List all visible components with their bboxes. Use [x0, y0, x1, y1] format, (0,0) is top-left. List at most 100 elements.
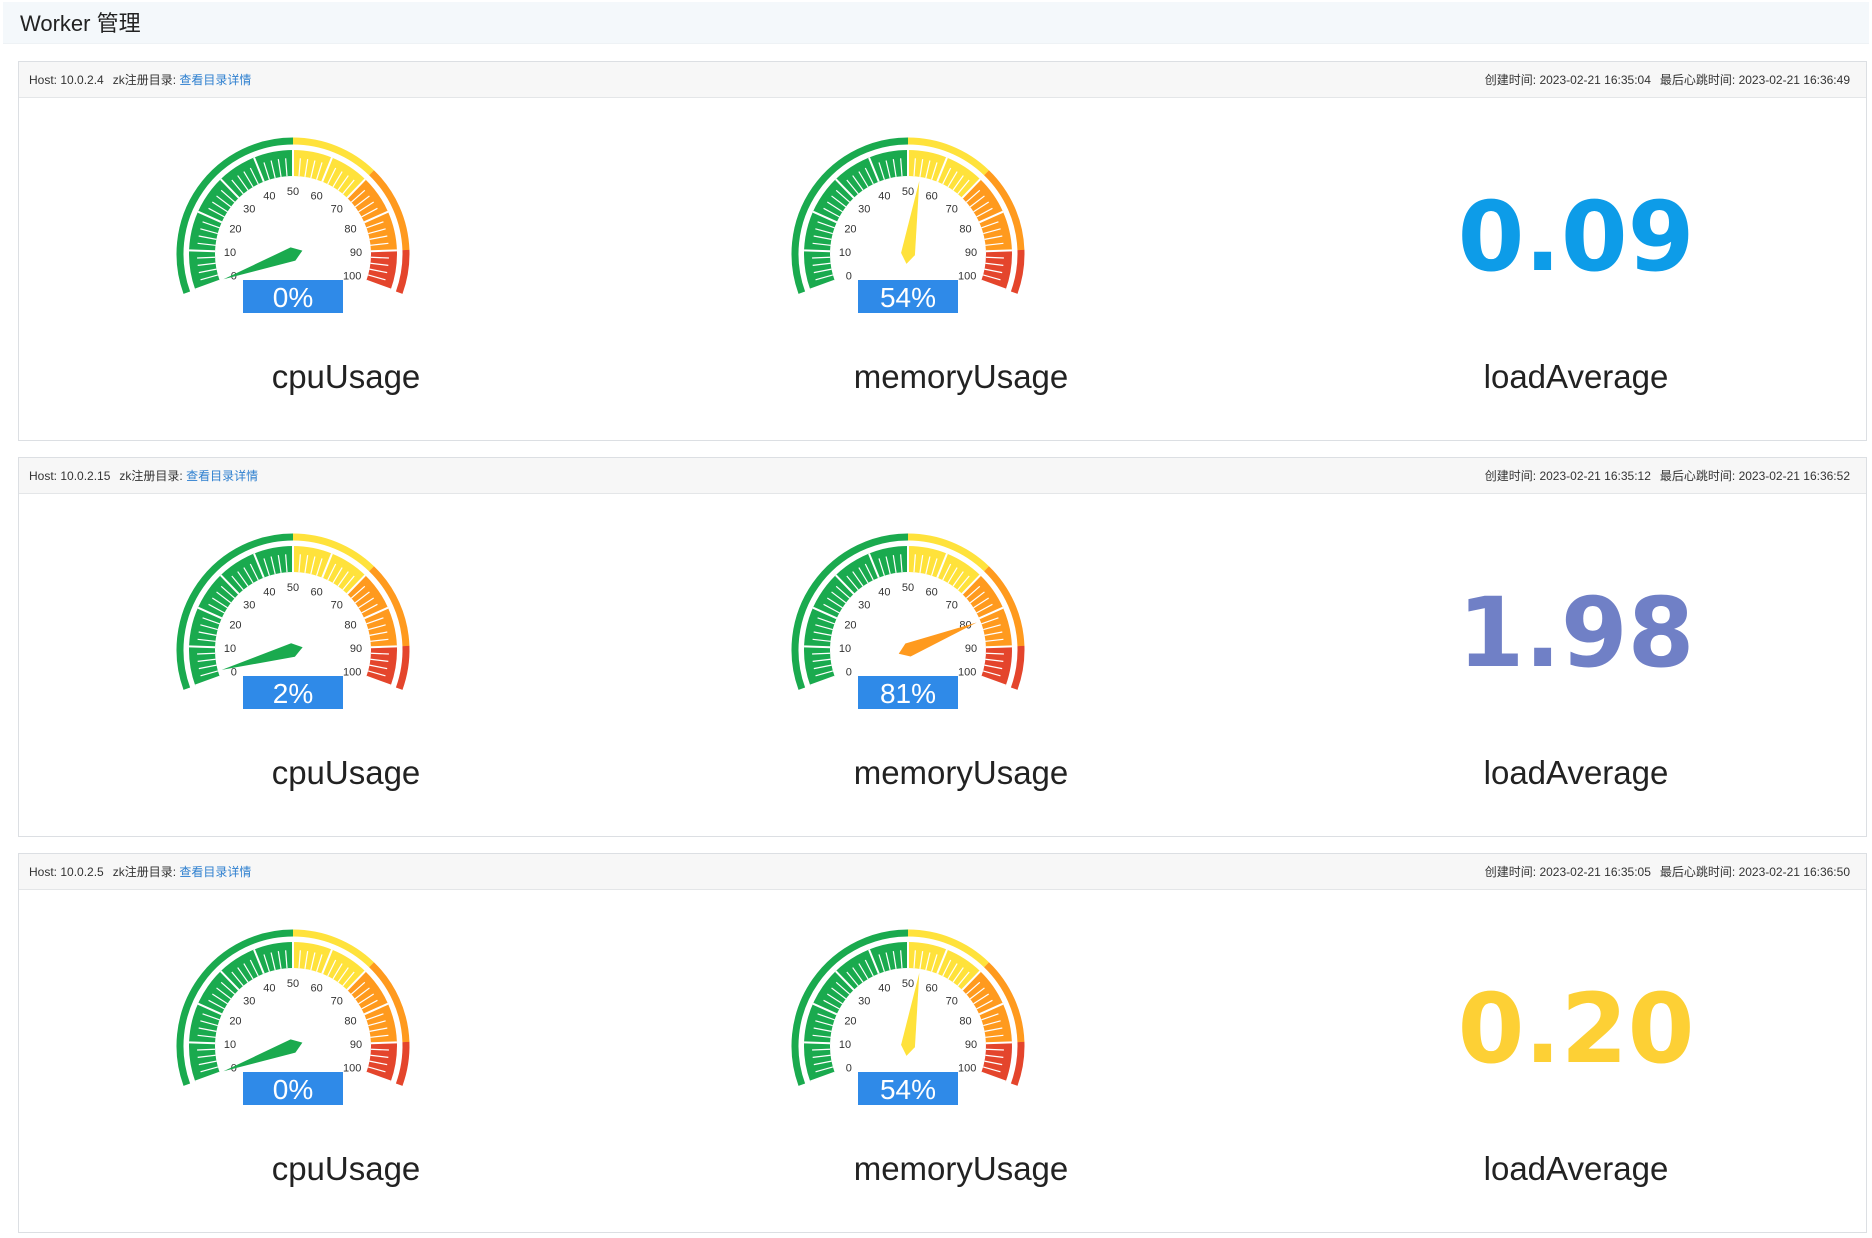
heartbeat-time: 2023-02-21 16:36:52 — [1738, 469, 1850, 483]
zk-label: zk注册目录: — [112, 73, 180, 87]
load-average-label: loadAverage — [1483, 358, 1669, 395]
gauge-band — [804, 942, 909, 1082]
gauge-outer-band — [395, 1041, 410, 1086]
gauge-tick — [370, 645, 397, 649]
memory-usage-label: memoryUsage — [853, 1150, 1069, 1187]
gauge-value-text: 54% — [880, 282, 936, 313]
gauge-tick-label: 100 — [343, 1063, 361, 1075]
gauge-outer-band — [1010, 1041, 1025, 1086]
gauge-tick-label: 30 — [243, 204, 255, 216]
gauge-band — [804, 546, 909, 686]
gauge-tick — [804, 1041, 831, 1045]
gauge-tick-label: 50 — [902, 582, 914, 594]
gauge-tick-label: 40 — [878, 983, 890, 995]
gauge-tick-label: 90 — [965, 1039, 977, 1051]
gauge-band — [366, 1042, 397, 1082]
gauge-tick-label: 10 — [224, 1039, 236, 1051]
gauge-tick-label: 90 — [965, 247, 977, 259]
cpu-usage-gauge: 01020304050607080901000% — [176, 137, 410, 313]
gauge-tick-label: 50 — [902, 186, 914, 198]
gauge-tick-label: 80 — [344, 1015, 356, 1027]
heartbeat-label: 最后心跳时间: — [1659, 469, 1739, 483]
gauge-outer-band — [1010, 645, 1025, 690]
gauge-tick-label: 20 — [844, 619, 856, 631]
gauge-value-text: 0% — [273, 282, 313, 313]
gauge-value-text: 0% — [273, 1074, 313, 1105]
heartbeat-time: 2023-02-21 16:36:50 — [1738, 865, 1850, 879]
gauge-tick — [370, 249, 397, 253]
heartbeat-time: 2023-02-21 16:36:49 — [1738, 73, 1850, 87]
zk-label: zk注册目录: — [112, 865, 180, 879]
gauge-band — [981, 1042, 1012, 1082]
gauge-tick — [985, 1041, 1012, 1045]
gauge-tick — [197, 1048, 216, 1051]
gauge-tick-label: 10 — [839, 1039, 851, 1051]
gauge-band — [189, 150, 294, 290]
gauge-tick-label: 30 — [243, 996, 255, 1008]
gauge-tick-label: 40 — [263, 191, 275, 203]
created-label: 创建时间: — [1484, 865, 1540, 879]
load-average-label: loadAverage — [1483, 754, 1669, 791]
host-value: 10.0.2.5 — [60, 865, 104, 879]
zk-directory-link[interactable]: 查看目录详情 — [186, 469, 258, 483]
gauge-tick-label: 70 — [331, 600, 343, 612]
cpu-usage-label: cpuUsage — [271, 358, 421, 395]
gauge-tick-label: 70 — [331, 996, 343, 1008]
gauge-tick-label: 10 — [839, 247, 851, 259]
gauge-tick-label: 40 — [263, 587, 275, 599]
gauge-tick-label: 60 — [310, 587, 322, 599]
gauge-tick-label: 60 — [925, 587, 937, 599]
worker-host-info: Host: 10.0.2.4 zk注册目录: 查看目录详情 — [29, 62, 251, 98]
worker-card: Host: 10.0.2.5 zk注册目录: 查看目录详情 创建时间: 2023-… — [18, 853, 1867, 1233]
gauge-tick — [985, 249, 1012, 253]
gauge-tick-label: 30 — [243, 600, 255, 612]
gauge-tick-label: 40 — [263, 983, 275, 995]
load-average-label: loadAverage — [1483, 1150, 1669, 1187]
gauge-outer-band — [395, 645, 410, 690]
page-header: Worker 管理 — [3, 2, 1869, 44]
zk-directory-link[interactable]: 查看目录详情 — [179, 865, 251, 879]
gauge-tick-label: 60 — [310, 983, 322, 995]
gauge-tick — [985, 652, 1004, 655]
gauge-tick — [197, 256, 216, 259]
gauge-tick — [370, 1048, 389, 1051]
zk-directory-link[interactable]: 查看目录详情 — [179, 73, 251, 87]
gauge-tick-label: 80 — [344, 223, 356, 235]
gauge-tick — [985, 1048, 1004, 1051]
gauge-tick-label: 80 — [344, 619, 356, 631]
gauge-tick-label: 70 — [331, 204, 343, 216]
worker-card: Host: 10.0.2.15 zk注册目录: 查看目录详情 创建时间: 2023… — [18, 457, 1867, 837]
gauge-tick-label: 40 — [878, 191, 890, 203]
memory-usage-label: memoryUsage — [853, 358, 1069, 395]
gauge-outer-band — [395, 249, 410, 294]
gauge-tick-label: 20 — [229, 223, 241, 235]
gauge-tick — [812, 256, 831, 259]
gauge-tick-label: 70 — [946, 996, 958, 1008]
memory-usage-label: memoryUsage — [853, 754, 1069, 791]
created-label: 创建时间: — [1484, 469, 1540, 483]
gauge-tick-label: 50 — [287, 582, 299, 594]
worker-time-info: 创建时间: 2023-02-21 16:35:05 最后心跳时间: 2023-02… — [1485, 854, 1850, 890]
gauge-tick-label: 60 — [925, 191, 937, 203]
gauge-tick — [804, 645, 831, 649]
created-time: 2023-02-21 16:35:12 — [1539, 469, 1651, 483]
worker-time-info: 创建时间: 2023-02-21 16:35:04 最后心跳时间: 2023-02… — [1485, 62, 1850, 98]
host-value: 10.0.2.15 — [60, 469, 111, 483]
gauge-band — [366, 646, 397, 686]
gauge-tick-label: 0 — [846, 1063, 852, 1075]
cpu-usage-gauge: 010203040 50 607080901002% — [176, 533, 410, 709]
gauge-tick — [985, 645, 1012, 649]
cpu-usage-label: cpuUsage — [271, 754, 421, 791]
heartbeat-label: 最后心跳时间: — [1659, 865, 1739, 879]
gauge-tick — [985, 256, 1004, 259]
heartbeat-label: 最后心跳时间: — [1659, 73, 1739, 87]
gauge-tick — [197, 652, 216, 655]
gauge-value-text: 2% — [273, 678, 313, 709]
load-average-value: 0.20 — [1457, 973, 1695, 1085]
gauge-tick-label: 30 — [858, 204, 870, 216]
host-label: Host: — [29, 865, 61, 879]
gauge-tick-label: 100 — [958, 271, 976, 283]
gauge-outer-band — [1010, 249, 1025, 294]
gauge-tick — [370, 1041, 397, 1045]
gauge-band — [981, 646, 1012, 686]
